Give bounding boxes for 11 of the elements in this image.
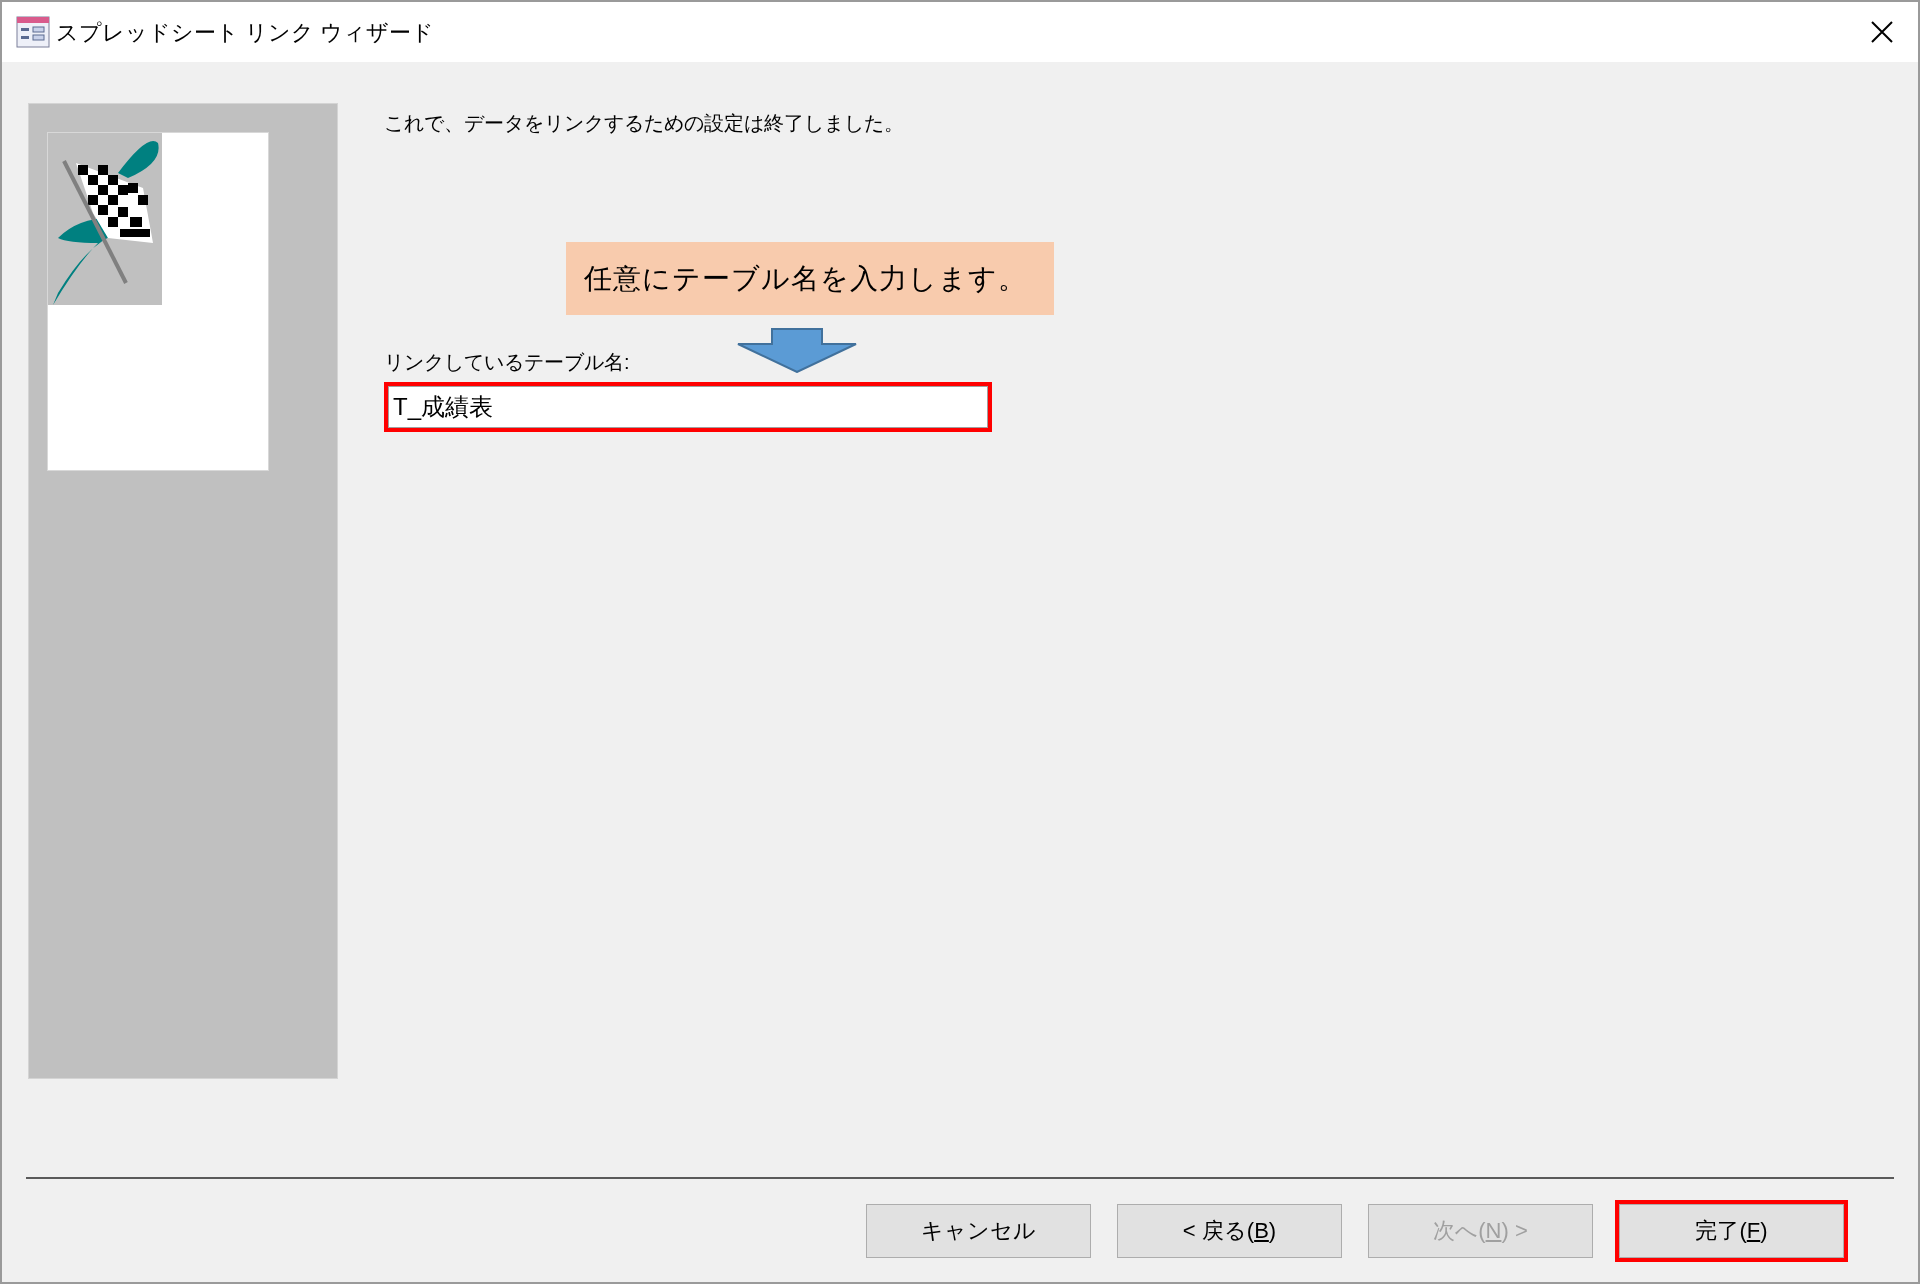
window-title: スプレッドシート リンク ウィザード (56, 18, 435, 47)
completion-message: これで、データをリンクするための設定は終了しました。 (384, 111, 905, 136)
down-arrow-icon (736, 328, 858, 373)
table-name-field[interactable]: T_成績表 (388, 386, 988, 428)
wizard-button[interactable]: キャンセル (866, 1203, 1091, 1258)
app-icon (16, 16, 50, 48)
table-name-label: リンクしているテーブル名: (384, 350, 630, 375)
callout-note: 任意にテーブル名を入力します。 (566, 242, 1054, 315)
wizard-button[interactable]: < 戻る(B) (1117, 1203, 1342, 1258)
wizard-button[interactable]: 完了(F) (1619, 1203, 1844, 1258)
close-icon (1871, 21, 1893, 43)
